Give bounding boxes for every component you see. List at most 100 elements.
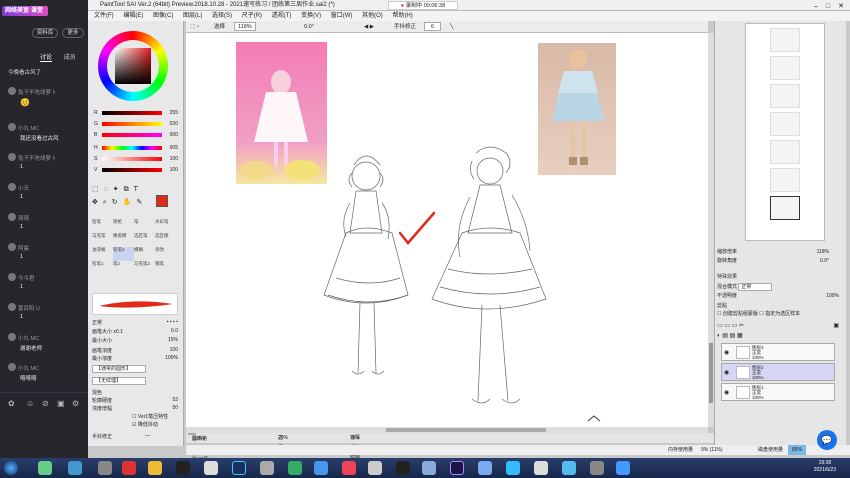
qq-icon[interactable] (176, 461, 190, 475)
new-layer-icon[interactable]: ▭ (717, 323, 723, 329)
scissors-icon[interactable]: ✂ (739, 323, 744, 329)
density-boost-row[interactable]: 浓度增幅 50 (92, 405, 180, 412)
lock-icon[interactable]: ▦ (737, 333, 743, 339)
stabilizer-select[interactable]: 6 (424, 22, 442, 31)
tool-item[interactable]: 铅笔 (92, 219, 113, 233)
tool-item[interactable]: 涂改 (155, 247, 176, 261)
photoshop-icon[interactable] (232, 461, 246, 475)
app-icon[interactable] (314, 461, 328, 475)
move-icon[interactable]: ✥ (92, 199, 98, 206)
slider-v[interactable]: V 100 (94, 167, 178, 174)
doc-tab-active[interactable]: 团练第三周作业.sai2 118% (188, 433, 208, 462)
selection-icon[interactable]: ⬚ ▫ (190, 21, 199, 33)
menu-edit[interactable]: 编辑(E) (123, 13, 143, 19)
after-effects-icon[interactable] (450, 461, 464, 475)
tab-members[interactable]: 成员 (64, 55, 76, 61)
app-icon[interactable] (590, 461, 604, 475)
text-icon[interactable]: T (134, 186, 138, 193)
merge-icon[interactable]: ◐ (717, 333, 721, 339)
qq-icon[interactable] (396, 461, 410, 475)
tool-item[interactable]: 模糊 (134, 247, 155, 261)
app-icon[interactable] (478, 461, 492, 475)
app-icon[interactable] (122, 461, 136, 475)
foreground-color-swatch[interactable] (156, 195, 168, 207)
app-icon[interactable] (342, 461, 356, 475)
select-label[interactable]: 选择 (214, 21, 225, 33)
min-density-row[interactable]: 最小浓度 100% (92, 355, 180, 362)
lasso-icon[interactable]: ◌ (104, 186, 108, 193)
ban-icon[interactable]: ⊘ (42, 399, 49, 408)
close-icon[interactable]: ✕ (838, 3, 844, 10)
start-icon[interactable] (4, 461, 18, 475)
visibility-icon[interactable]: ◉ (724, 369, 729, 376)
slider-g[interactable]: G 020 (94, 121, 178, 128)
recording-indicator[interactable]: ● 录制中 00:06:38 (388, 1, 458, 10)
clock[interactable]: 19:38 2021/6/23 (814, 460, 836, 474)
blend-mode-row[interactable]: 正常 ▪ ▪ ▪ ▪ (92, 319, 180, 326)
app-icon[interactable] (562, 461, 576, 475)
layer-item[interactable]: ◉ 图层1 正常 100% (721, 383, 835, 401)
layer-item-selected[interactable]: ◉ 图层2 正常 100% (721, 363, 835, 381)
tool-item[interactable]: 铅笔1 (92, 261, 113, 275)
app-icon[interactable] (368, 461, 382, 475)
material-button[interactable]: 资料库 (32, 28, 58, 38)
layer-mask-icon[interactable]: ▤ (730, 333, 736, 339)
layer-icon[interactable]: ⧉ (124, 186, 129, 193)
nav-zoom-row[interactable]: 缩放倍率 118% (717, 249, 843, 256)
blend-mode-row[interactable]: 混合模式 正常 (717, 283, 843, 291)
app-icon[interactable] (204, 461, 218, 475)
tool-item[interactable]: 选区笔 (134, 233, 155, 247)
chat-bubble-icon[interactable]: 💬 (817, 430, 837, 450)
hardness-row[interactable]: 轮廓硬度 53 (92, 397, 180, 404)
app-icon[interactable] (38, 461, 52, 475)
tool-item[interactable]: 橡皮擦 (113, 233, 134, 247)
min-size-row[interactable]: 最小大小 15% (92, 337, 180, 344)
menu-window[interactable]: 窗口(W) (331, 13, 353, 19)
hand-correction-row[interactable]: 手抖修正 — (92, 433, 180, 440)
brush-shape-select[interactable]: 【通常的圆形】 (92, 365, 146, 373)
tool-item[interactable]: 笔2 (113, 261, 134, 275)
image-icon[interactable]: ▣ (57, 399, 65, 408)
menu-other[interactable]: 其他(O) (362, 13, 383, 19)
minimize-icon[interactable]: – (814, 3, 818, 10)
menu-ruler[interactable]: 尺子(R) (242, 13, 262, 19)
menu-help[interactable]: 帮助(H) (392, 13, 412, 19)
tool-item-selected[interactable]: 铅笔2 (113, 247, 134, 261)
flip-icon[interactable]: ◀ ▶ (364, 21, 374, 33)
smile-icon[interactable]: ☺ (26, 399, 34, 408)
tool-item[interactable]: 马克笔2 (134, 261, 155, 275)
nav-angle-row[interactable]: 旋转角度 0.0° (717, 258, 843, 265)
app-icon[interactable] (68, 461, 82, 475)
app-icon[interactable] (148, 461, 162, 475)
settings-icon[interactable]: ⚙ (72, 399, 79, 408)
menu-image[interactable]: 图像(C) (153, 13, 173, 19)
line-tool-icon[interactable]: ╲ (450, 21, 453, 33)
color-square[interactable] (115, 48, 151, 84)
magic-wand-icon[interactable]: ✦ (113, 186, 119, 193)
brush-size-row[interactable]: 画笔大小 x0.1 6.0 (92, 328, 180, 335)
slider-h[interactable]: H 005 (94, 145, 178, 152)
copy-layer-icon[interactable]: ▭ (732, 323, 738, 329)
app-icon[interactable] (260, 461, 274, 475)
menu-layer[interactable]: 图层(L) (183, 13, 202, 19)
clip-group-check[interactable]: ☐ 创建剪贴组蒙版 ☐ 指定为选区样本 (717, 311, 843, 318)
zoom-field[interactable]: 118% (234, 22, 256, 31)
more-button[interactable]: 更多 (62, 28, 84, 38)
tool-item[interactable]: 选区擦 (155, 233, 176, 247)
app-icon[interactable] (534, 461, 548, 475)
layer-item[interactable]: ◉ 图层3 正常 100% (721, 343, 835, 361)
visibility-icon[interactable]: ◉ (724, 389, 729, 396)
new-folder-icon[interactable]: ▭ (724, 323, 730, 329)
zoom-icon[interactable]: ⌕ (103, 199, 107, 206)
drawing-canvas[interactable] (186, 33, 708, 427)
app-icon[interactable] (288, 461, 302, 475)
slider-b[interactable]: B 000 (94, 132, 178, 139)
brush-density-row[interactable]: 画笔浓度 100 (92, 347, 180, 354)
app-icon[interactable] (506, 461, 520, 475)
menu-transform[interactable]: 变换(V) (301, 13, 321, 19)
tool-item[interactable]: 笔 (134, 219, 155, 233)
menu-file[interactable]: 文件(F) (94, 13, 114, 19)
slider-r[interactable]: R 255 (94, 110, 178, 117)
hand-icon[interactable]: ✋ (123, 199, 132, 206)
tool-item[interactable]: 钢笔 (155, 261, 176, 275)
